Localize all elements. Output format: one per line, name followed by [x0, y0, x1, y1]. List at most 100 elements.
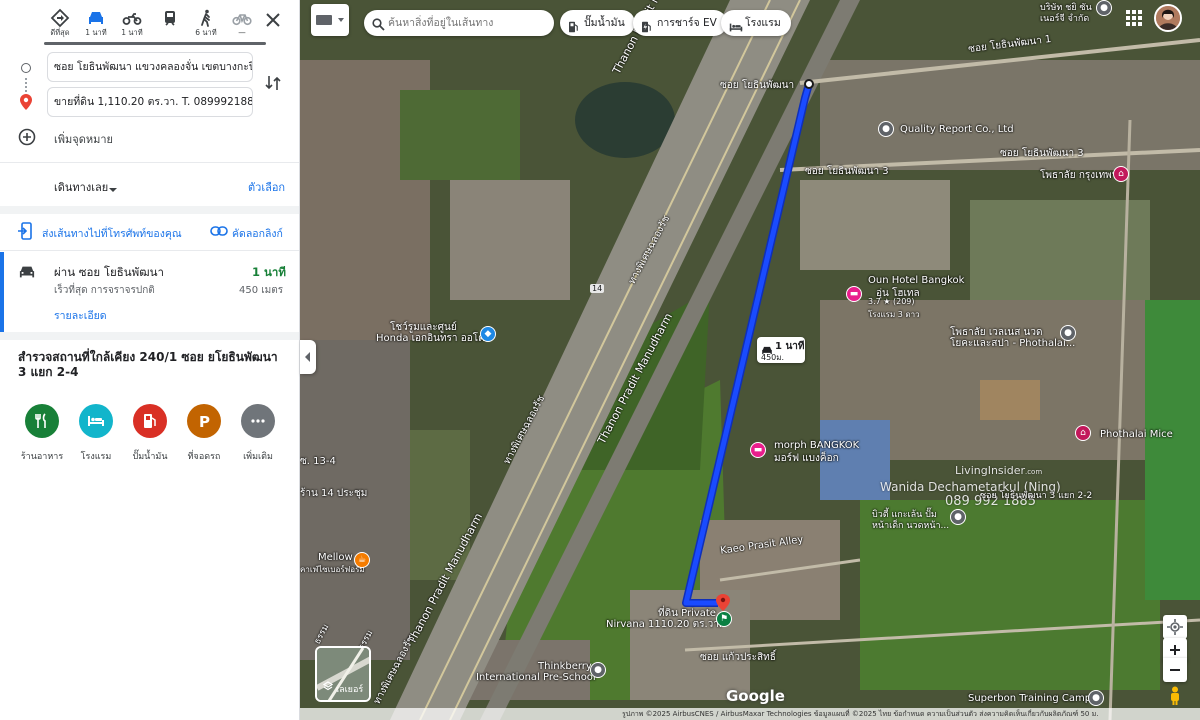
category-restaurants-button[interactable]: ร้านอาหาร — [14, 404, 70, 463]
business-poi-icon[interactable]: ● — [950, 509, 966, 525]
selected-route-indicator — [0, 252, 4, 332]
zoom-out-button[interactable] — [1163, 658, 1187, 682]
input-tools-button[interactable] — [311, 4, 349, 36]
business-poi-icon[interactable]: ● — [1060, 325, 1076, 341]
street-label: ซอย โยธินพัฒนา 3 แยก 2-2 — [980, 491, 1093, 501]
watermark-brand: LivingInsider — [955, 464, 1025, 477]
cafe-poi-icon[interactable]: ☕ — [354, 552, 370, 568]
maps-app: ดีที่สุด 1 นาที 1 นาที 6 นาที — ซอย โยธิ… — [0, 0, 1200, 720]
layers-label: เลเยอร์ — [336, 685, 364, 695]
divider — [0, 250, 299, 251]
chip-ev-charging[interactable]: การชาร์จ EV — [633, 10, 727, 36]
business-poi-icon[interactable]: ● — [1096, 0, 1112, 16]
hotel-poi-icon[interactable]: ▬ — [750, 442, 766, 458]
link-icon — [210, 223, 228, 242]
add-destination-button[interactable]: เพิ่มจุดหมาย — [0, 124, 299, 150]
mode-bike-button[interactable]: — — [224, 8, 260, 42]
copy-link-button[interactable]: คัดลอกลิงก์ — [232, 225, 283, 242]
google-apps-button[interactable] — [1124, 8, 1144, 28]
category-label: โรงแรม — [80, 452, 112, 462]
mode-bike-label: — — [238, 28, 246, 37]
route-traffic-note: เร็วที่สุด การจราจรปกติ — [54, 285, 155, 296]
mode-walk-button[interactable]: 6 นาที — [188, 8, 224, 42]
parking-icon: P — [187, 404, 221, 438]
chip-label: ปั๊มน้ำมัน — [584, 17, 625, 29]
add-circle-icon — [18, 128, 36, 150]
chip-label: โรงแรม — [745, 17, 781, 29]
school-poi-icon[interactable]: ● — [590, 662, 606, 678]
chip-gas-stations[interactable]: ปั๊มน้ำมัน — [560, 10, 635, 36]
train-icon — [152, 8, 188, 28]
destination-input[interactable]: ขายที่ดิน 1,110.20 ตร.วา. T. 0899921885 … — [47, 87, 253, 117]
route-duration: 1 นาที — [252, 265, 286, 279]
close-directions-button[interactable] — [262, 9, 284, 31]
category-label: ที่จอดรถ — [187, 452, 221, 462]
place-label: เนอร์จี จำกัด — [1040, 14, 1090, 24]
place-label: Thinkberry — [538, 661, 592, 672]
collapse-panel-button[interactable] — [300, 340, 316, 374]
destination-flag-icon[interactable]: ⚑ — [716, 611, 732, 627]
car-dealer-poi-icon[interactable]: ◆ — [480, 326, 496, 342]
callout-distance: 450ม. — [761, 353, 785, 362]
category-gas-button[interactable]: ปั๊มน้ำมัน — [122, 404, 178, 463]
mode-best-button[interactable]: ดีที่สุด — [42, 8, 78, 42]
origin-circle-icon — [21, 63, 31, 73]
place-label: โพธาลัย กรุงเทพฯ — [1040, 170, 1118, 181]
place-label: Superbon Training Camp — [968, 693, 1092, 704]
category-hotels-button[interactable]: โรงแรม — [68, 404, 124, 463]
share-row: ส่งเส้นทางไปที่โทรศัพท์ของคุณ คัดลอกลิงก… — [0, 220, 299, 244]
street-label: ซอย โยธินพัฒนา 3 — [805, 166, 889, 177]
category-more-button[interactable]: เพิ่มเติม — [230, 404, 286, 463]
street-view-pegman[interactable] — [1163, 684, 1187, 708]
more-icon — [241, 404, 275, 438]
motorbike-icon — [114, 8, 150, 28]
chip-label: การชาร์จ EV — [657, 17, 717, 29]
send-to-phone-icon — [18, 222, 34, 244]
layers-switcher[interactable]: เลเยอร์ — [315, 646, 371, 702]
route-details-link[interactable]: รายละเอียด — [54, 307, 107, 324]
car-icon — [18, 264, 36, 284]
gym-poi-icon[interactable]: ● — [1088, 690, 1104, 706]
gas-station-icon — [133, 404, 167, 438]
chevron-left-icon — [305, 352, 310, 362]
satellite-map[interactable]: ซอย โยธินพัฒนา ซอย โยธินพัฒนา 1 ซอย โยธิ… — [300, 0, 1200, 720]
mode-transit-button[interactable] — [152, 8, 188, 42]
add-destination-label: เพิ่มจุดหมาย — [54, 133, 113, 146]
attribution-text: รูปภาพ ©2025 AirbusCNES / AirbusMaxar Te… — [622, 710, 1099, 718]
hotel-poi-icon[interactable]: ▬ — [846, 286, 862, 302]
account-avatar[interactable] — [1154, 4, 1182, 32]
chip-hotels[interactable]: โรงแรม — [721, 10, 791, 36]
send-to-phone-link[interactable]: ส่งเส้นทางไปที่โทรศัพท์ของคุณ — [42, 225, 182, 242]
car-icon — [78, 8, 114, 28]
mode-car-label: 1 นาที — [85, 28, 107, 37]
origin-input[interactable]: ซอย โยธินพัฒนา แขวงคลองจั่น เขตบางกะปิ ก… — [47, 52, 253, 82]
place-label: Honda เอกอินทรา ออโต — [376, 333, 485, 344]
mode-walk-label: 6 นาที — [195, 28, 217, 37]
landmark-poi-icon[interactable]: ⌂ — [1113, 166, 1129, 182]
place-rating: 3.7 ★ (209) — [868, 297, 915, 306]
search-along-route[interactable] — [364, 10, 554, 36]
pegman-icon — [1171, 686, 1179, 705]
search-icon — [372, 16, 385, 35]
category-label: ร้านอาหาร — [20, 452, 64, 462]
bicycle-icon — [224, 8, 260, 28]
search-along-route-input[interactable] — [388, 14, 548, 32]
svg-text:P: P — [199, 413, 210, 429]
landmark-poi-icon[interactable]: ⌂ — [1075, 425, 1091, 441]
my-location-button[interactable] — [1163, 615, 1187, 639]
ev-charger-icon — [641, 17, 652, 43]
mode-motorbike-button[interactable]: 1 นาที — [114, 8, 150, 42]
route-option-card[interactable]: ผ่าน ซอย โยธินพัฒนา 1 นาที เร็วที่สุด กา… — [0, 252, 299, 332]
street-label: ซ. 13-4 — [300, 456, 336, 467]
route-time-callout[interactable]: 1 นาที 450ม. — [757, 337, 805, 363]
restaurant-icon — [25, 404, 59, 438]
leave-now-dropdown[interactable]: เดินทางเลย — [54, 178, 108, 196]
mode-car-button[interactable]: 1 นาที — [78, 8, 114, 42]
swap-waypoints-button[interactable] — [264, 74, 282, 92]
place-label: Oun Hotel Bangkok — [868, 275, 965, 286]
category-parking-button[interactable]: P ที่จอดรถ — [176, 404, 232, 463]
options-button[interactable]: ตัวเลือก — [248, 178, 285, 196]
place-label: ร้าน 14 ประชุม — [300, 488, 368, 499]
destination-row: ขายที่ดิน 1,110.20 ตร.วา. T. 0899921885 … — [0, 87, 299, 119]
business-poi-icon[interactable]: ● — [878, 121, 894, 137]
